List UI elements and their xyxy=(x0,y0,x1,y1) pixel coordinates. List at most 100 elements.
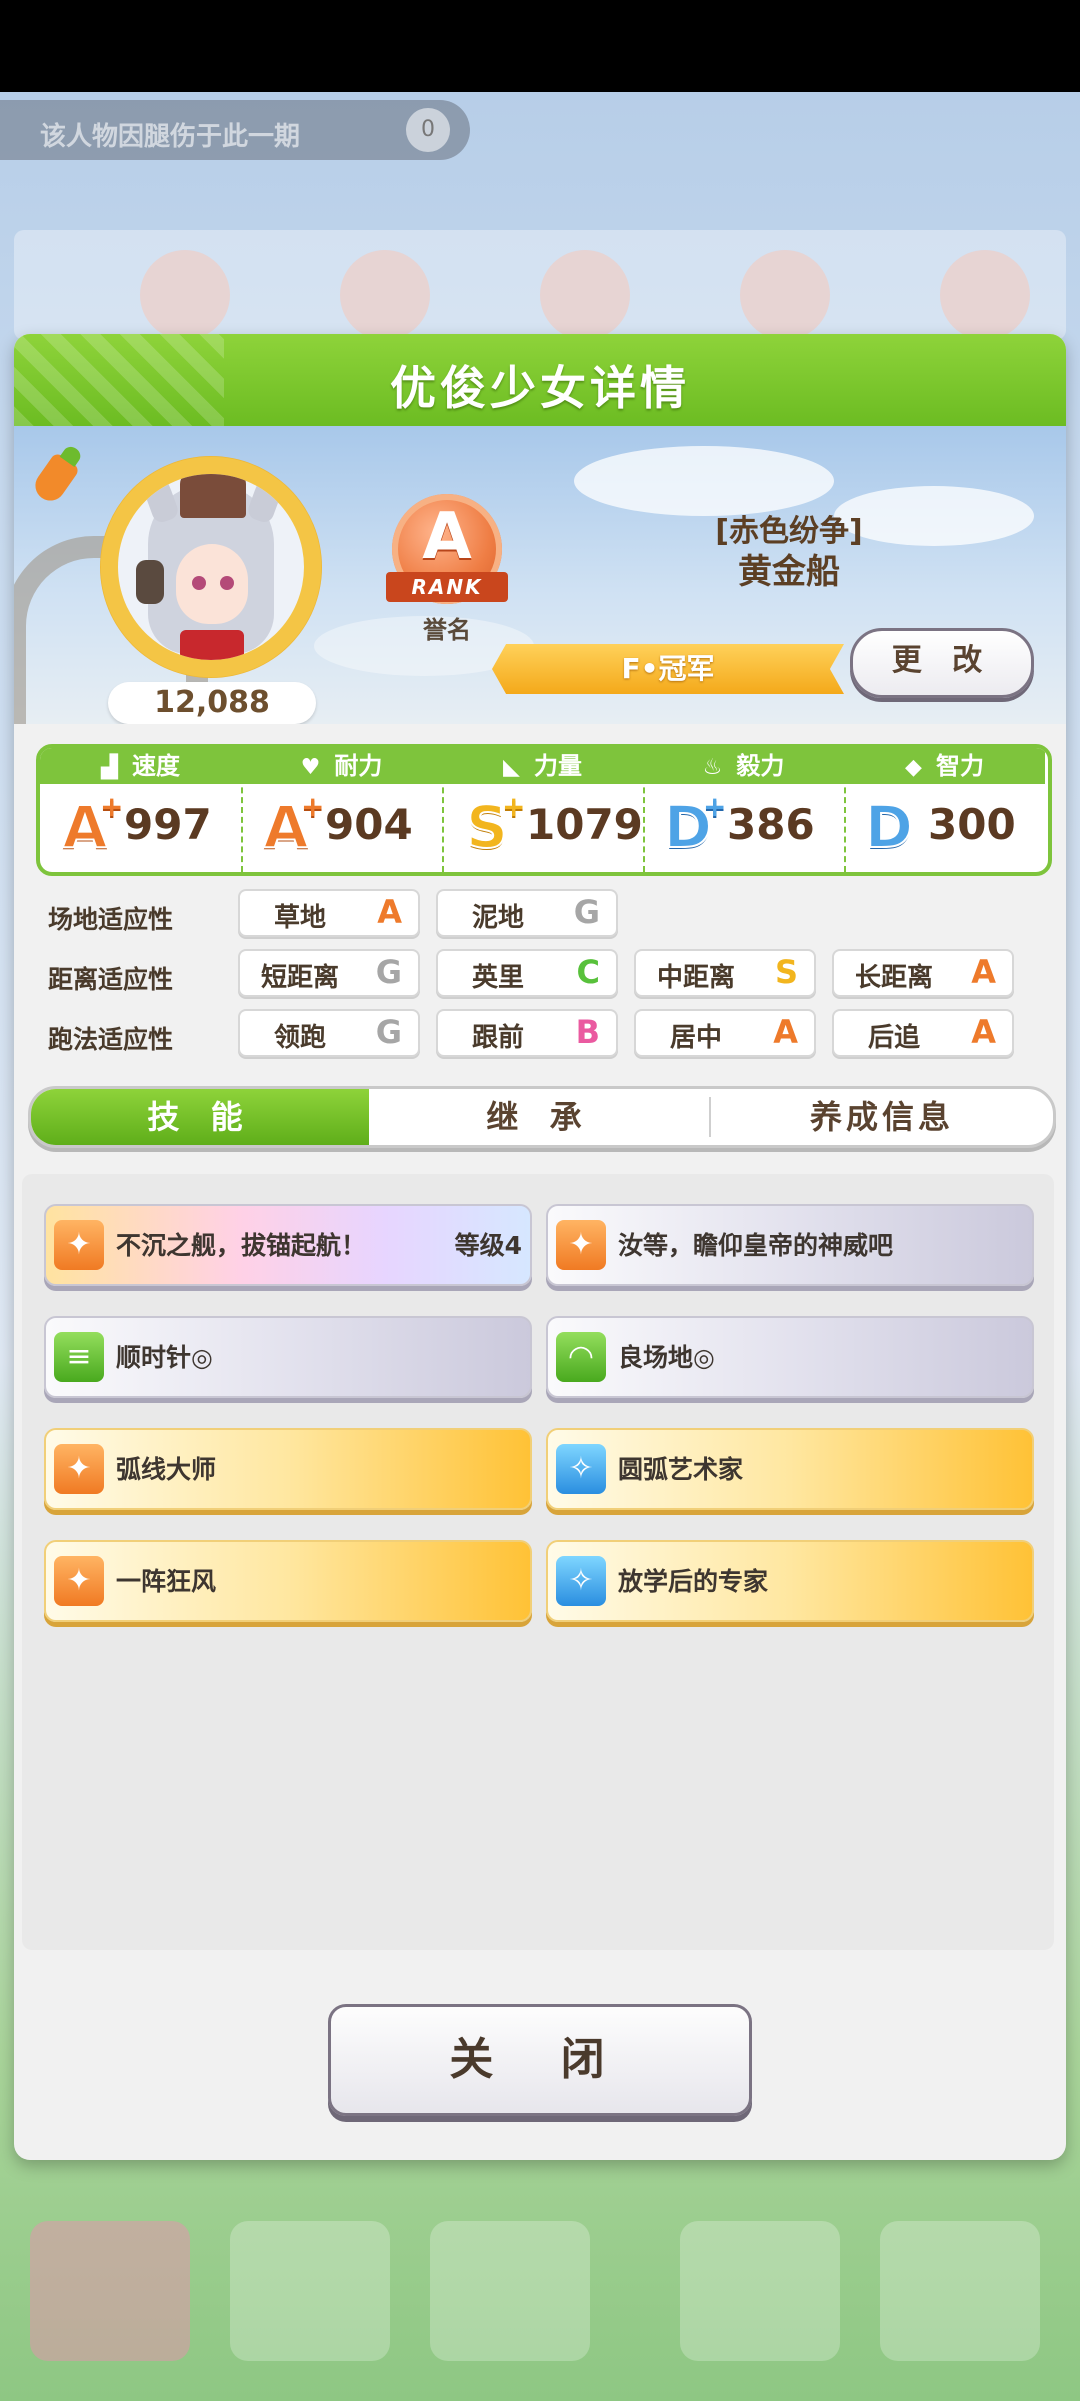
skill-name: 良场地◎ xyxy=(618,1343,715,1372)
background-menu-tile xyxy=(430,2221,590,2361)
aptitude-name: 泥地 xyxy=(471,903,524,933)
background-banner-number: 0 xyxy=(406,108,450,152)
aptitude-grade: G xyxy=(375,1013,402,1051)
running-figure-icon: ✦ xyxy=(556,1220,606,1270)
fan-count: 12,088 xyxy=(108,682,316,724)
background-menu-tile xyxy=(30,2221,190,2361)
tab-inheritance[interactable]: 继 承 xyxy=(369,1089,709,1145)
background-menu-tile xyxy=(230,2221,390,2361)
heart-icon: ♥ xyxy=(300,755,321,780)
stat-header: ▟ 速度 xyxy=(40,748,241,784)
aptitude-name: 后追 xyxy=(867,1023,920,1053)
portrait-hat xyxy=(180,474,246,518)
aptitude-front-runner: 领跑 G xyxy=(238,1009,420,1057)
stat-grade-plus: + xyxy=(100,790,124,823)
dialog-header: 优俊少女详情 xyxy=(14,334,1066,426)
stat-value: 386 xyxy=(727,800,815,849)
skill-item[interactable]: ✧ 放学后的专家 xyxy=(546,1540,1034,1622)
skill-name: 一阵狂风 xyxy=(116,1567,217,1596)
stat-0: ▟ 速度 A +997 xyxy=(40,748,243,872)
aptitude-name: 长距离 xyxy=(854,963,933,993)
aptitude-medium: 中距离 S xyxy=(634,949,816,997)
running-figure-icon: ✦ xyxy=(54,1556,104,1606)
aptitude-mile: 英里 C xyxy=(436,949,618,997)
skill-name: 不沉之舰，拔锚起航！ xyxy=(116,1231,367,1260)
skill-item[interactable]: ◠ 良场地◎ xyxy=(546,1316,1034,1398)
skill-name: 顺时针◎ xyxy=(116,1343,213,1372)
aptitude-name: 中距离 xyxy=(656,963,735,993)
portrait-face xyxy=(176,544,248,624)
aptitude-name: 领跑 xyxy=(273,1023,326,1053)
portrait-eye xyxy=(220,576,234,590)
character-name: 黄金船 xyxy=(738,552,840,592)
running-figure-icon: ✦ xyxy=(54,1220,104,1270)
skill-item[interactable]: ✦ 汝等，瞻仰皇帝的神威吧 xyxy=(546,1204,1034,1286)
aptitude-grade: G xyxy=(573,893,600,931)
aptitude-grade: A xyxy=(971,1013,996,1051)
aptitude-turf: 草地 A xyxy=(238,889,420,937)
arm-icon: ◣ xyxy=(503,755,520,780)
track-aptitude-label: 场地适应性 xyxy=(48,905,174,934)
flame-icon: ♨ xyxy=(702,755,723,780)
background-menu-tile xyxy=(680,2221,840,2361)
background-banner-text: 该人物因腿伤于此一期 xyxy=(40,122,301,152)
stat-value: 997 xyxy=(124,800,212,849)
aptitude-name: 短距离 xyxy=(260,963,339,993)
aptitude-end-closer: 后追 A xyxy=(832,1009,1014,1057)
stat-4: ◆ 智力 D 300 xyxy=(844,748,1045,872)
skill-name: 弧线大师 xyxy=(116,1455,217,1484)
aptitude-grade: A xyxy=(377,893,402,931)
aptitude-pace-chaser: 跟前 B xyxy=(436,1009,618,1057)
aptitude-name: 草地 xyxy=(273,903,326,933)
stat-grade-plus: + xyxy=(703,790,727,823)
stat-value: 300 xyxy=(928,800,1016,849)
tab-skills[interactable]: 技 能 xyxy=(31,1089,369,1145)
skill-item[interactable]: ✦ 弧线大师 xyxy=(44,1428,532,1510)
style-aptitude-label: 跑法适应性 xyxy=(48,1025,174,1054)
distance-aptitude-label: 距离适应性 xyxy=(48,965,174,994)
aptitude-grade: B xyxy=(575,1013,600,1051)
aptitude-grade: C xyxy=(576,953,600,991)
change-title-button[interactable]: 更 改 xyxy=(850,628,1034,698)
rank-letter: A xyxy=(422,500,472,574)
background-bottom-menu xyxy=(0,2160,1080,2401)
aptitude-name: 居中 xyxy=(669,1023,722,1053)
stat-label: 力量 xyxy=(533,752,582,780)
stat-header: ◆ 智力 xyxy=(844,748,1045,784)
rank-ribbon: RANK xyxy=(386,572,508,602)
skill-item[interactable]: ✦ 不沉之舰，拔锚起航！ 等级4 xyxy=(44,1204,532,1286)
close-button[interactable]: 关 闭 xyxy=(328,2004,752,2116)
muscle-icon: ◠ xyxy=(556,1332,606,1382)
skill-name: 汝等，瞻仰皇帝的神威吧 xyxy=(618,1231,894,1260)
track-flag-icon: ≡ xyxy=(54,1332,104,1382)
status-bar xyxy=(0,0,1080,92)
skill-item[interactable]: ≡ 顺时针◎ xyxy=(44,1316,532,1398)
tab-training-info[interactable]: 养成信息 xyxy=(711,1089,1053,1145)
profile-section: 12,088 A RANK 誉名 [赤色纷争] 黄金船 F•冠军 更 改 xyxy=(14,426,1066,724)
stat-header: ♨ 毅力 xyxy=(643,748,844,784)
stat-value: 904 xyxy=(325,800,413,849)
skill-name: 放学后的专家 xyxy=(618,1567,769,1596)
background-portrait xyxy=(940,250,1030,340)
stat-value: 1079 xyxy=(526,800,643,849)
detail-tabs: 技 能 继 承 养成信息 xyxy=(28,1086,1056,1148)
stat-header: ◣ 力量 xyxy=(442,748,643,784)
stat-label: 耐力 xyxy=(334,752,383,780)
portrait-headphone xyxy=(136,560,164,604)
stat-label: 速度 xyxy=(131,752,180,780)
skill-item[interactable]: ✦ 一阵狂风 xyxy=(44,1540,532,1622)
stat-grade-plus: + xyxy=(301,790,325,823)
background-portrait xyxy=(540,250,630,340)
aptitude-name: 英里 xyxy=(471,963,524,993)
stats-panel: ▟ 速度 A +997 ♥ 耐力 A +904 ◣ 力量 S +1079 ♨ 毅力 D +386 ◆ 智力 D 300 xyxy=(36,744,1052,876)
portrait-bow xyxy=(180,630,244,660)
aptitude-grade: S xyxy=(774,953,798,991)
shoe-icon: ▟ xyxy=(101,755,118,780)
skill-item[interactable]: ✧ 圆弧艺术家 xyxy=(546,1428,1034,1510)
aptitude-late-surger: 居中 A xyxy=(634,1009,816,1057)
stat-label: 智力 xyxy=(935,752,984,780)
stat-header: ♥ 耐力 xyxy=(241,748,442,784)
sparkle-icon: ✧ xyxy=(556,1444,606,1494)
character-portrait[interactable] xyxy=(100,456,322,678)
skill-level: 等级4 xyxy=(454,1231,522,1260)
